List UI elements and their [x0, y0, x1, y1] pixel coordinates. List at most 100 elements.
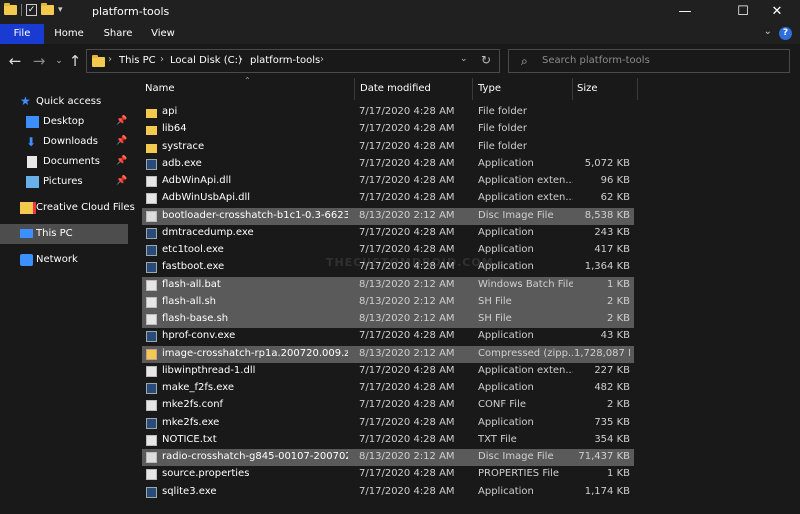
- column-divider[interactable]: [354, 78, 355, 100]
- file-row[interactable]: hprof-conv.exe 7/17/2020 4:28 AM Applicati…: [142, 328, 634, 345]
- minimize-button[interactable]: —: [662, 0, 708, 24]
- pin-icon[interactable]: 📌: [116, 116, 127, 126]
- file-row[interactable]: api 7/17/2020 4:28 AM File folder: [142, 104, 634, 121]
- nav-item-creative-cloud[interactable]: Creative Cloud Files: [0, 198, 135, 218]
- nav-item-quick-access[interactable]: ★ Quick access: [0, 92, 128, 112]
- file-type: Application: [478, 330, 534, 342]
- app-icon: [146, 158, 157, 170]
- nav-item-documents[interactable]: Documents 📌: [0, 152, 128, 172]
- tab-share[interactable]: Share: [98, 24, 138, 44]
- file-row[interactable]: mke2fs.conf 7/17/2020 4:28 AM CONF File 2 K…: [142, 397, 634, 414]
- pin-icon[interactable]: 📌: [116, 136, 127, 146]
- file-date: 7/17/2020 4:28 AM: [359, 416, 455, 428]
- column-divider[interactable]: [637, 78, 638, 100]
- breadcrumb-separator-icon[interactable]: ›: [160, 54, 164, 65]
- file-name: AdbWinApi.dll: [162, 175, 232, 186]
- column-header-type[interactable]: Type: [478, 83, 501, 105]
- new-folder-icon[interactable]: [41, 3, 54, 15]
- column-divider[interactable]: [572, 78, 573, 100]
- file-date: 7/17/2020 4:28 AM: [359, 226, 455, 238]
- pin-icon[interactable]: 📌: [116, 176, 127, 186]
- star-icon: ★: [20, 94, 31, 108]
- file-row[interactable]: dmtracedump.exe 7/17/2020 4:28 AM Applicat…: [142, 225, 634, 242]
- back-arrow-icon[interactable]: ←: [6, 52, 24, 70]
- file-type: SH File: [478, 313, 512, 324]
- column-header-name[interactable]: Name: [145, 83, 175, 105]
- file-name: adb.exe: [162, 157, 202, 169]
- pin-icon[interactable]: 📌: [116, 156, 127, 166]
- forward-arrow-icon[interactable]: →: [30, 52, 48, 70]
- file-size: 227 KB: [594, 364, 630, 376]
- tab-file[interactable]: File: [0, 24, 44, 44]
- breadcrumb-platform-tools[interactable]: platform-tools: [250, 55, 320, 66]
- nav-item-network[interactable]: Network: [0, 250, 128, 270]
- file-size: 1,364 KB: [584, 261, 630, 273]
- search-input[interactable]: [542, 55, 762, 66]
- documents-icon: [27, 156, 37, 168]
- file-row[interactable]: bootloader-crosshatch-b1c1-0.3-6623201..…: [142, 207, 634, 225]
- column-header-date[interactable]: Date modified: [360, 83, 431, 105]
- help-icon[interactable]: ?: [779, 27, 792, 40]
- file-row[interactable]: flash-all.bat 8/13/2020 2:12 AM Windows Ba…: [142, 276, 634, 294]
- quick-access-toolbar: ✓ ▾: [4, 3, 63, 16]
- file-name: lib64: [162, 123, 187, 135]
- file-row[interactable]: NOTICE.txt 7/17/2020 4:28 AM TXT File 354 K…: [142, 432, 634, 449]
- expand-ribbon-icon[interactable]: ⌄: [764, 26, 772, 37]
- file-row[interactable]: AdbWinUsbApi.dll 7/17/2020 4:28 AM Applica…: [142, 190, 634, 207]
- file-name: source.properties: [162, 468, 250, 480]
- file-row[interactable]: systrace 7/17/2020 4:28 AM File folder: [142, 139, 634, 156]
- file-row[interactable]: adb.exe 7/17/2020 4:28 AM Application 5,072…: [142, 156, 634, 173]
- file-row[interactable]: make_f2fs.exe 7/17/2020 4:28 AM Applicatio…: [142, 380, 634, 397]
- file-name: NOTICE.txt: [162, 433, 217, 445]
- file-row[interactable]: sqlite3.exe 7/17/2020 4:28 AM Application 1…: [142, 484, 634, 501]
- file-row[interactable]: AdbWinApi.dll 7/17/2020 4:28 AM Applicatio…: [142, 173, 634, 190]
- file-icon: [146, 314, 157, 325]
- app-icon: [146, 227, 157, 239]
- app-icon: [146, 383, 157, 394]
- sort-ascending-icon: ⌃: [244, 76, 251, 85]
- file-row[interactable]: radio-crosshatch-g845-00107-200702-b-...…: [142, 449, 634, 466]
- file-row[interactable]: image-crosshatch-rp1a.200720.009.zip 8/13…: [142, 345, 634, 363]
- file-icon: [146, 400, 157, 412]
- folder-icon: [146, 126, 157, 136]
- file-row[interactable]: lib64 7/17/2020 4:28 AM File folder: [142, 121, 634, 138]
- address-row: ← → ⌄ ↑ › This PC › Local Disk (C:) › pl…: [0, 44, 800, 78]
- file-name: image-crosshatch-rp1a.200720.009.zip: [162, 347, 348, 359]
- breadcrumb-separator-icon[interactable]: ›: [239, 54, 243, 65]
- close-button[interactable]: ✕: [754, 0, 800, 24]
- file-size: 243 KB: [594, 226, 630, 238]
- file-name: systrace: [162, 140, 205, 152]
- file-row[interactable]: mke2fs.exe 7/17/2020 4:28 AM Application 73…: [142, 415, 634, 432]
- tab-view[interactable]: View: [146, 24, 180, 44]
- app-icon: [146, 262, 157, 274]
- nav-item-desktop[interactable]: Desktop 📌: [0, 112, 128, 132]
- properties-icon[interactable]: ✓: [26, 4, 37, 16]
- file-row[interactable]: source.properties 7/17/2020 4:28 AM PROPER…: [142, 466, 634, 483]
- nav-item-this-pc[interactable]: This PC: [0, 224, 128, 244]
- address-history-icon[interactable]: ⌄: [460, 54, 468, 64]
- refresh-icon[interactable]: ↻: [481, 53, 491, 67]
- file-type: Application: [478, 485, 534, 497]
- file-row[interactable]: libwinpthread-1.dll 7/17/2020 4:28 AM Appl…: [142, 363, 634, 380]
- search-box[interactable]: ⌕: [508, 49, 790, 73]
- file-row[interactable]: flash-all.sh 8/13/2020 2:12 AM SH File 2 KB: [142, 293, 634, 311]
- file-type: PROPERTIES File: [478, 468, 560, 480]
- file-type: File folder: [478, 123, 527, 135]
- customize-toolbar-icon[interactable]: ▾: [58, 5, 63, 15]
- nav-item-downloads[interactable]: ⬇ Downloads 📌: [0, 132, 128, 152]
- address-bar[interactable]: › This PC › Local Disk (C:) › platform-t…: [86, 49, 500, 73]
- breadcrumb-this-pc[interactable]: This PC: [119, 55, 156, 66]
- network-icon: [20, 254, 33, 266]
- file-row[interactable]: flash-base.sh 8/13/2020 2:12 AM SH File 2 K…: [142, 311, 634, 328]
- column-header-size[interactable]: Size: [577, 83, 598, 105]
- up-arrow-icon[interactable]: ↑: [66, 52, 84, 70]
- file-icon: [146, 469, 157, 481]
- column-divider[interactable]: [472, 78, 473, 100]
- tab-home[interactable]: Home: [50, 24, 88, 44]
- breadcrumb-local-disk[interactable]: Local Disk (C:): [170, 55, 242, 66]
- desktop-icon: [26, 116, 39, 128]
- nav-item-pictures[interactable]: Pictures 📌: [0, 172, 128, 192]
- zip-icon: [146, 348, 157, 360]
- file-type: TXT File: [478, 433, 517, 445]
- breadcrumb-separator-icon[interactable]: ›: [320, 54, 324, 65]
